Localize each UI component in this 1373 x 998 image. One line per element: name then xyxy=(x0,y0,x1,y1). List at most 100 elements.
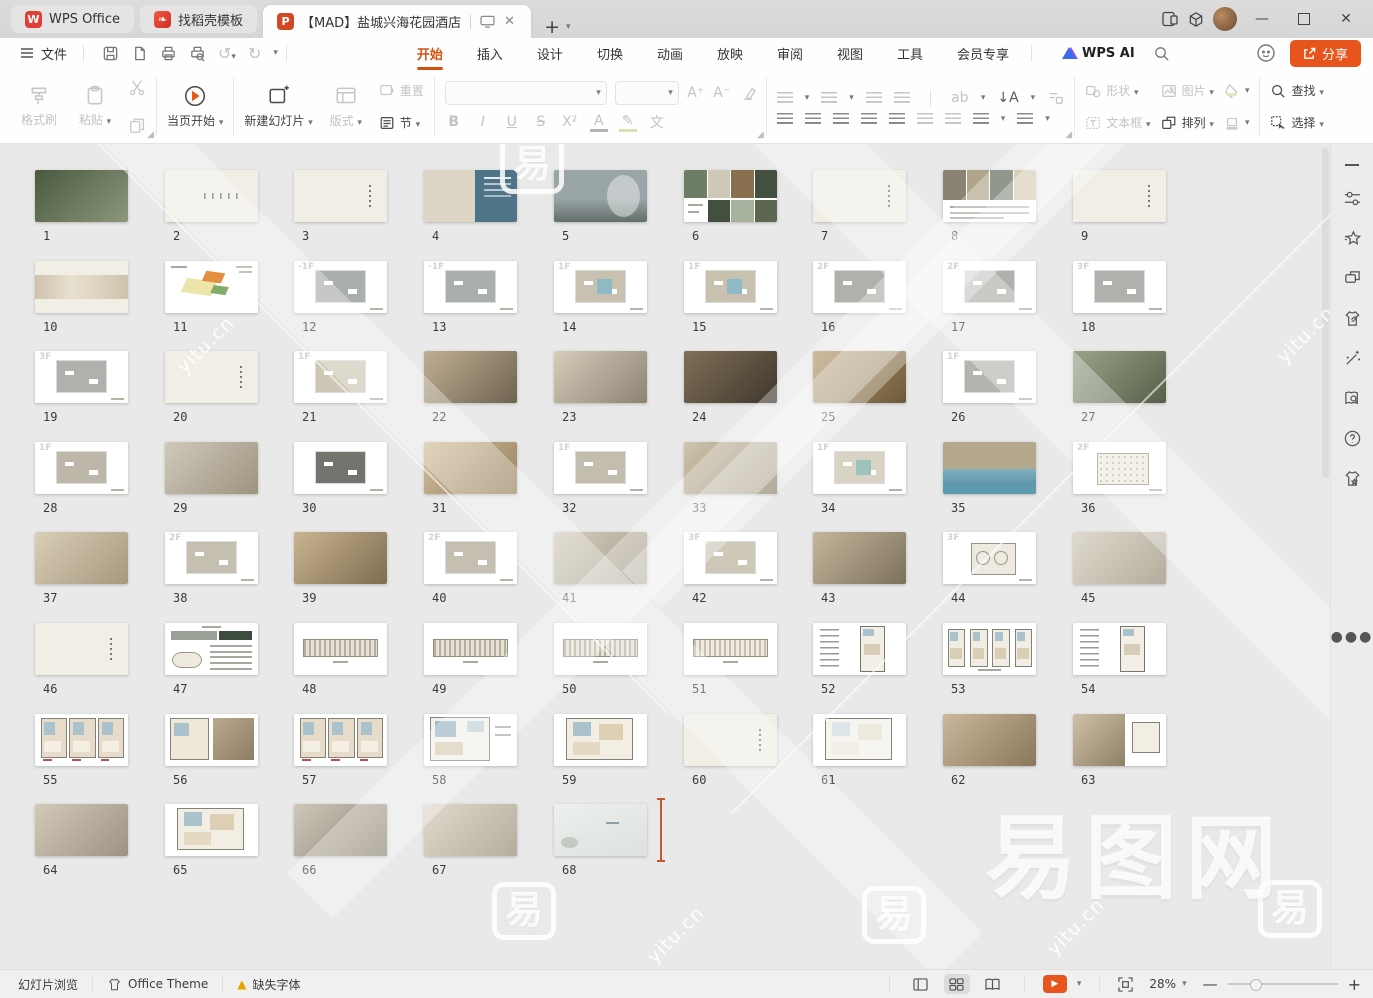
font-dialog-launcher-icon[interactable]: ◢ xyxy=(757,130,764,140)
slide-thumbnail[interactable] xyxy=(554,714,647,766)
more-options-icon[interactable]: ●●● xyxy=(1331,629,1373,645)
slide-thumbnail[interactable] xyxy=(943,623,1036,675)
superscript-button[interactable]: X² xyxy=(561,114,579,130)
bold-button[interactable]: B xyxy=(445,114,463,130)
slide-sorter-canvas[interactable]: 1234567891011-1F12-1F131F141F152F162F173… xyxy=(0,144,1330,969)
arrange-button[interactable]: 排列 ▾ xyxy=(1161,111,1214,135)
docer-theme-icon[interactable] xyxy=(1343,309,1362,328)
slide-thumbnail[interactable] xyxy=(35,170,128,222)
vertical-text-button[interactable]: ↓A xyxy=(997,90,1018,106)
slide-thumbnail[interactable] xyxy=(424,804,517,856)
slide-thumbnail[interactable]: 1F xyxy=(943,351,1036,403)
close-window-button[interactable]: ✕ xyxy=(1329,4,1363,34)
slide-sorter-view-button[interactable] xyxy=(944,974,970,994)
fit-window-icon[interactable] xyxy=(1118,977,1133,992)
slide-thumbnail[interactable]: 3F xyxy=(1073,261,1166,313)
menu-tab-会员专享[interactable]: 会员专享 xyxy=(955,39,1011,68)
properties-sliders-icon[interactable] xyxy=(1343,189,1362,208)
slide-thumbnail[interactable] xyxy=(684,714,777,766)
slide-thumbnail[interactable] xyxy=(165,442,258,494)
user-avatar[interactable] xyxy=(1213,7,1237,31)
normal-view-button[interactable] xyxy=(908,974,934,994)
slide-thumbnail[interactable] xyxy=(424,714,517,766)
clear-format-icon[interactable] xyxy=(739,85,756,102)
increase-indent-icon[interactable] xyxy=(894,92,910,103)
slide-thumbnail[interactable] xyxy=(165,623,258,675)
slide-thumbnail[interactable] xyxy=(813,532,906,584)
slide-thumbnail[interactable]: 1F xyxy=(813,442,906,494)
print-icon[interactable] xyxy=(160,45,177,62)
picture-button[interactable]: 图片 ▾ xyxy=(1161,79,1214,103)
present-mode-icon[interactable] xyxy=(480,15,495,28)
slide-thumbnail[interactable]: 3F xyxy=(684,532,777,584)
tab-current-document[interactable]: P 【MAD】盐城兴海花园酒店 ✕ xyxy=(263,5,531,38)
smartart-convert-icon[interactable] xyxy=(1047,89,1064,106)
slide-thumbnail[interactable] xyxy=(943,714,1036,766)
slide-thumbnail[interactable] xyxy=(294,714,387,766)
copy-icon[interactable] xyxy=(128,117,146,135)
slide-thumbnail[interactable]: 1F xyxy=(35,442,128,494)
menu-tab-切换[interactable]: 切换 xyxy=(595,39,625,68)
slide-thumbnail[interactable] xyxy=(294,532,387,584)
search-icon[interactable] xyxy=(1153,45,1170,62)
slide-thumbnail[interactable]: 1F xyxy=(684,261,777,313)
save-icon[interactable] xyxy=(102,45,119,62)
slide-thumbnail[interactable] xyxy=(813,714,906,766)
reading-view-button[interactable] xyxy=(980,974,1006,994)
paragraph-dialog-launcher-icon[interactable]: ◢ xyxy=(1065,130,1072,140)
magic-wand-icon[interactable] xyxy=(1343,349,1362,368)
italic-button[interactable]: I xyxy=(474,114,492,130)
line-spacing-decrease-icon[interactable] xyxy=(945,113,961,124)
text-direction-button[interactable]: ab xyxy=(951,90,969,106)
font-color-button[interactable]: A xyxy=(590,113,608,132)
slide-thumbnail[interactable] xyxy=(424,442,517,494)
slide-thumbnail[interactable] xyxy=(684,170,777,222)
textbox-button[interactable]: 文本框 ▾ xyxy=(1085,111,1150,135)
slide-thumbnail[interactable] xyxy=(813,351,906,403)
paste-button[interactable]: ​粘贴 ▾ xyxy=(72,85,118,128)
slide-thumbnail[interactable] xyxy=(813,170,906,222)
missing-fonts-warning[interactable]: ▲ 缺失字体 xyxy=(231,976,306,993)
slide-thumbnail[interactable] xyxy=(943,170,1036,222)
shapes-button[interactable]: 形状 ▾ xyxy=(1085,79,1150,103)
slide-thumbnail[interactable] xyxy=(554,351,647,403)
vertical-scrollbar-thumb[interactable] xyxy=(1322,148,1329,478)
align-center-icon[interactable] xyxy=(805,113,821,124)
slide-thumbnail[interactable]: 3F xyxy=(943,532,1036,584)
play-options-chevron-icon[interactable]: ▾ xyxy=(1077,979,1082,989)
slide-thumbnail[interactable] xyxy=(35,623,128,675)
slide-thumbnail[interactable]: 3F xyxy=(35,351,128,403)
line-spacing-increase-icon[interactable] xyxy=(917,113,933,124)
tab-list-chevron-icon[interactable]: ▾ xyxy=(566,22,571,32)
wps-ai-button[interactable]: WPS AI xyxy=(1062,46,1135,61)
slide-thumbnail[interactable] xyxy=(1073,351,1166,403)
slide-thumbnail[interactable] xyxy=(424,351,517,403)
menu-tab-动画[interactable]: 动画 xyxy=(655,39,685,68)
strikethrough-button[interactable]: S xyxy=(532,114,550,130)
slide-thumbnail[interactable] xyxy=(424,623,517,675)
menu-tab-视图[interactable]: 视图 xyxy=(835,39,865,68)
effects-star-icon[interactable] xyxy=(1343,229,1362,248)
layout-button[interactable]: 版式 ▾ xyxy=(323,84,369,129)
line-spacing-icon[interactable] xyxy=(973,113,989,124)
vertical-align-icon[interactable] xyxy=(1017,113,1033,124)
clipboard-dialog-launcher-icon[interactable]: ◢ xyxy=(147,130,154,140)
slide-thumbnail[interactable] xyxy=(35,804,128,856)
decrease-indent-icon[interactable] xyxy=(866,92,882,103)
slide-thumbnail[interactable]: -1F xyxy=(424,261,517,313)
layout-switch-icon[interactable] xyxy=(1161,11,1179,27)
slide-thumbnail[interactable] xyxy=(165,170,258,222)
play-from-current-button[interactable]: 当页开始 ▾ xyxy=(167,84,223,129)
menu-tab-放映[interactable]: 放映 xyxy=(715,39,745,68)
zoom-slider-knob[interactable] xyxy=(1250,979,1262,991)
3d-cube-icon[interactable] xyxy=(1187,11,1205,28)
align-right-icon[interactable] xyxy=(833,113,849,124)
slide-thumbnail[interactable] xyxy=(554,170,647,222)
slide-thumbnail[interactable] xyxy=(424,170,517,222)
slide-thumbnail[interactable] xyxy=(1073,170,1166,222)
redo-icon[interactable]: ↻ xyxy=(248,44,261,63)
justify-icon[interactable] xyxy=(861,113,877,124)
menu-tab-审阅[interactable]: 审阅 xyxy=(775,39,805,68)
theme-indicator[interactable]: Office Theme xyxy=(101,977,214,992)
slide-thumbnail[interactable] xyxy=(294,170,387,222)
